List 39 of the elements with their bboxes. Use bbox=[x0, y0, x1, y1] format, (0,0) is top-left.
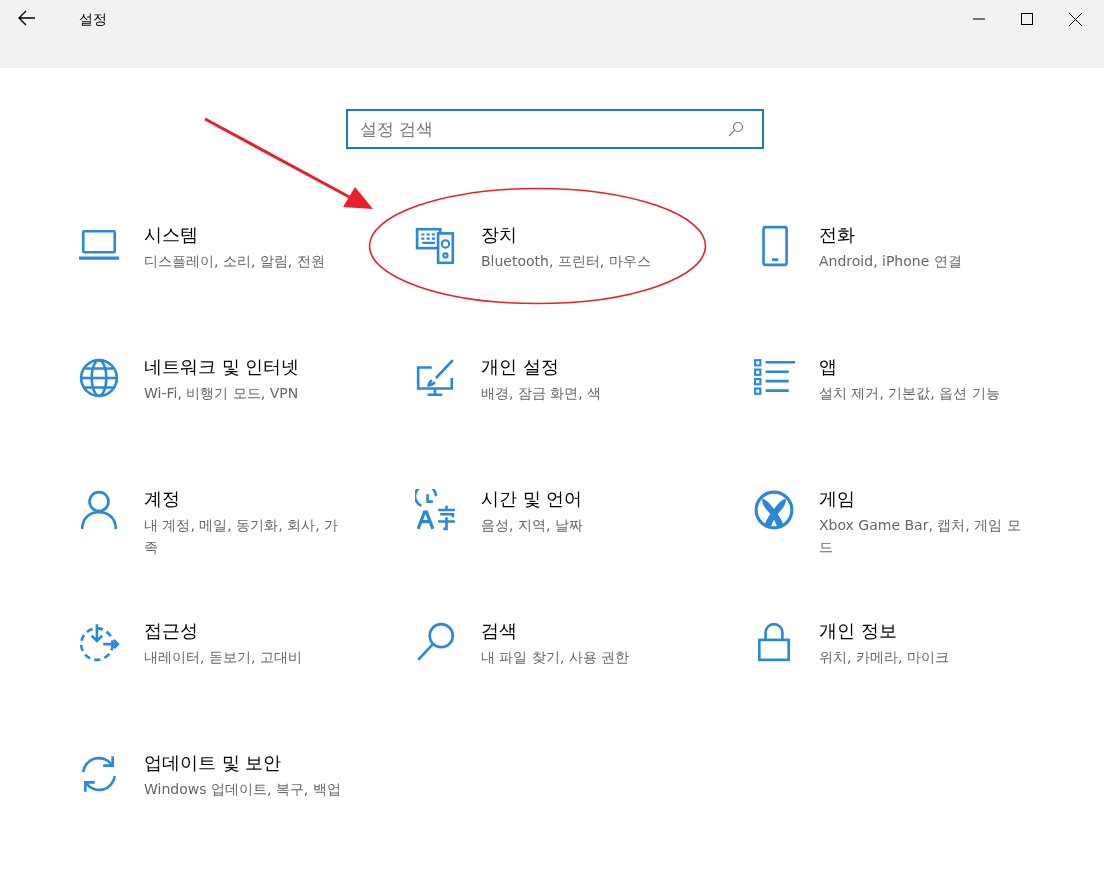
dashed-circle-arrow-icon bbox=[78, 621, 120, 663]
category-title[interactable]: 업데이트 및 보안 bbox=[144, 751, 350, 775]
keyboard-speaker-icon bbox=[415, 225, 457, 267]
close-icon bbox=[1068, 12, 1082, 26]
category-description: 디스플레이, 소리, 알림, 전원 bbox=[144, 252, 326, 271]
category-title[interactable]: 전화 bbox=[819, 223, 1025, 247]
category-description: 배경, 잠금 화면, 색 bbox=[481, 384, 603, 403]
category-title[interactable]: 장치 bbox=[481, 223, 687, 247]
window-title: 설정 bbox=[79, 11, 107, 29]
category-title[interactable]: 앱 bbox=[819, 355, 1025, 379]
category-description: 내레이터, 돋보기, 고대비 bbox=[144, 648, 303, 667]
xbox-icon bbox=[753, 489, 795, 531]
globe-icon bbox=[78, 357, 120, 399]
category-description: Bluetooth, 프린터, 마우스 bbox=[481, 252, 652, 271]
category-description: 위치, 카메라, 마이크 bbox=[819, 648, 950, 667]
person-icon bbox=[78, 489, 120, 531]
clock-letters-icon bbox=[415, 489, 457, 531]
category-description: 음성, 지역, 날짜 bbox=[481, 516, 584, 535]
search-icon bbox=[415, 621, 457, 663]
category-title[interactable]: 시간 및 언어 bbox=[481, 487, 687, 511]
category-description: Wi-Fi, 비행기 모드, VPN bbox=[144, 384, 300, 403]
category-description: Xbox Game Bar, 캡처, 게임 모드 bbox=[819, 516, 1022, 557]
search-icon bbox=[728, 121, 744, 137]
category-description: 내 파일 찾기, 사용 권한 bbox=[481, 648, 631, 667]
maximize-icon bbox=[1021, 13, 1033, 25]
category-title[interactable]: 네트워크 및 인터넷 bbox=[144, 355, 350, 379]
category-title[interactable]: 계정 bbox=[144, 487, 350, 511]
category-title[interactable]: 접근성 bbox=[144, 619, 350, 643]
category-title[interactable]: 개인 설정 bbox=[481, 355, 687, 379]
category-title[interactable]: 시스템 bbox=[144, 223, 350, 247]
category-description: Android, iPhone 연결 bbox=[819, 252, 963, 271]
category-description: 설치 제거, 기본값, 옵션 기능 bbox=[819, 384, 1001, 403]
minimize-icon bbox=[973, 18, 985, 20]
category-title[interactable]: 개인 정보 bbox=[819, 619, 1025, 643]
category-description: Windows 업데이트, 복구, 백업 bbox=[144, 780, 342, 799]
category-description: 내 계정, 메일, 동기화, 회사, 가족 bbox=[144, 516, 340, 557]
category-title[interactable]: 검색 bbox=[481, 619, 687, 643]
category-title[interactable]: 게임 bbox=[819, 487, 1025, 511]
search-field[interactable]: 설정 검색 bbox=[346, 109, 764, 149]
